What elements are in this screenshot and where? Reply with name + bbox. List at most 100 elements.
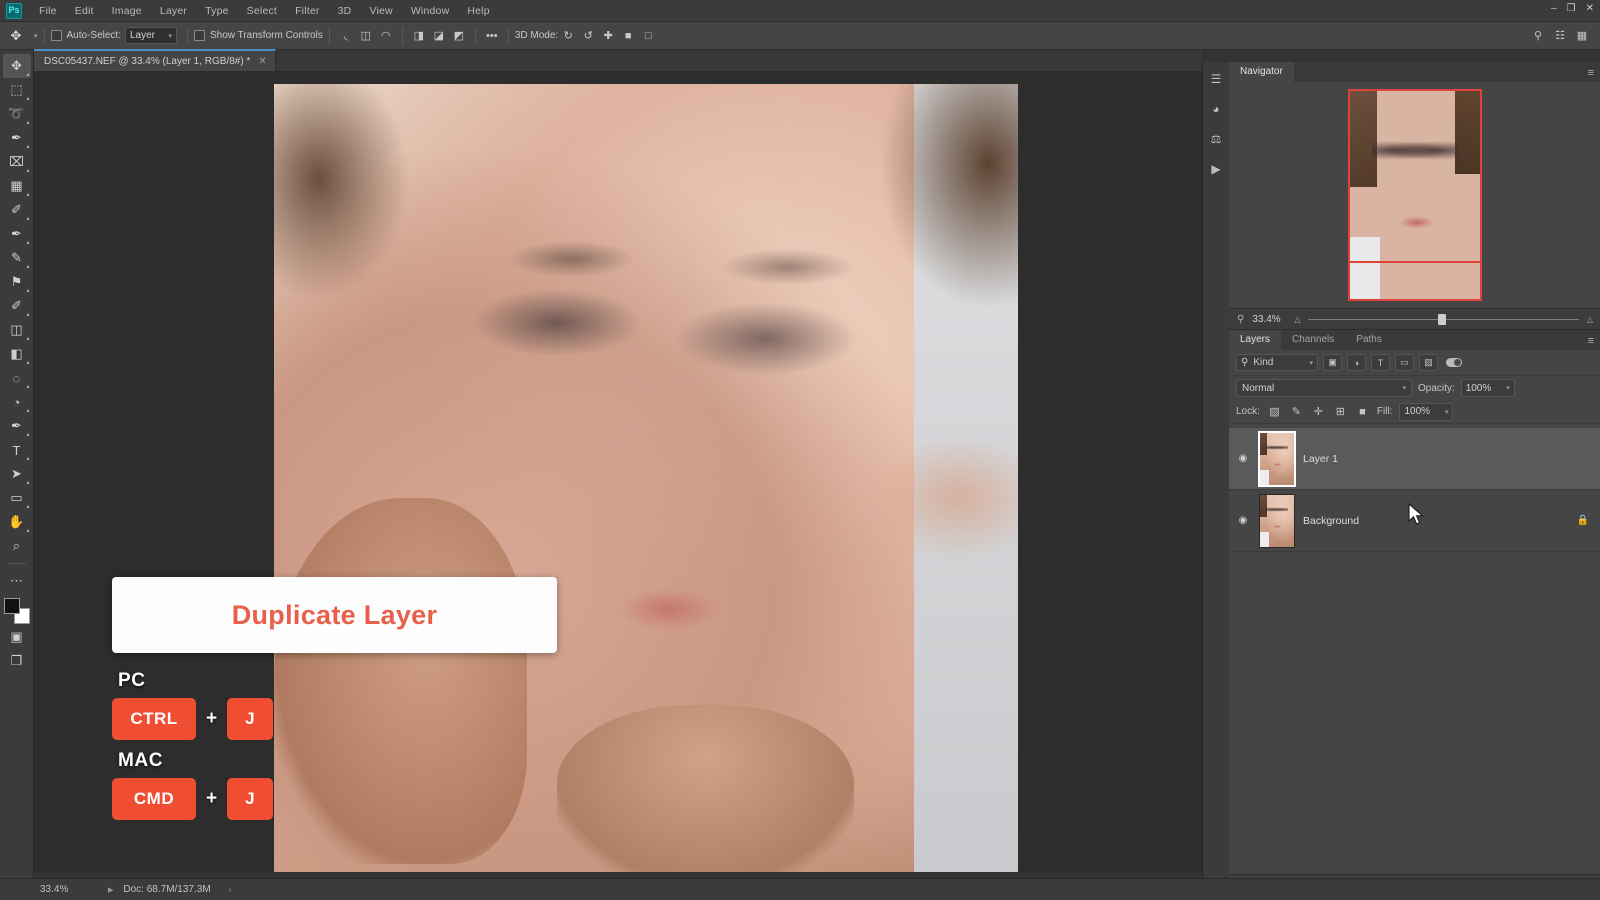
opacity-input[interactable]: 100% ▾ — [1460, 379, 1515, 397]
tool-blur[interactable]: ◌ — [3, 366, 31, 390]
align-center-h-icon[interactable]: ◫ — [356, 26, 376, 46]
tool-zoom[interactable]: ⌕ — [3, 534, 31, 558]
3d-rotate-icon[interactable]: ↻ — [558, 26, 578, 46]
tool-rectangle[interactable]: ▭ — [3, 486, 31, 510]
menu-edit[interactable]: Edit — [66, 2, 103, 20]
tool-healing-brush[interactable]: ✒ — [3, 222, 31, 246]
layer-name[interactable]: Layer 1 — [1303, 453, 1595, 465]
edit-toolbar-icon[interactable]: ⋯ — [3, 569, 31, 593]
menu-image[interactable]: Image — [103, 2, 151, 20]
navigator-zoom-slider[interactable] — [1308, 312, 1579, 326]
lock-all-icon[interactable]: ■ — [1355, 406, 1370, 418]
layer-name[interactable]: Background — [1303, 515, 1569, 527]
tool-frame[interactable]: ▦ — [3, 174, 31, 198]
tab-layers[interactable]: Layers — [1229, 330, 1282, 350]
adjustments-icon[interactable]: ⚖ — [1206, 130, 1226, 148]
tool-quick-selection[interactable]: ✒ — [3, 126, 31, 150]
show-transform-checkbox[interactable] — [194, 30, 205, 41]
document-image[interactable] — [274, 84, 1018, 872]
tool-type[interactable]: T — [3, 438, 31, 462]
tool-eyedropper[interactable]: ✐ — [3, 198, 31, 222]
close-button[interactable]: ✕ — [1586, 3, 1594, 14]
align-middle-icon[interactable]: ◪ — [429, 26, 449, 46]
zoom-in-icon[interactable]: △ — [1587, 315, 1593, 324]
3d-roll-icon[interactable]: ↺ — [578, 26, 598, 46]
foreground-color-swatch[interactable] — [3, 598, 20, 614]
workspace-icon[interactable]: ☷ — [1550, 26, 1570, 46]
search-icon[interactable]: ⚲ — [1528, 26, 1548, 46]
navigator-panel-menu-icon[interactable]: ≡ — [1581, 64, 1600, 82]
screen-mode-icon[interactable]: ❐ — [3, 649, 31, 673]
filter-pixel-icon[interactable]: ▣ — [1323, 354, 1342, 371]
table-row[interactable]: ◉ Layer 1 — [1229, 428, 1600, 490]
navigator-preview[interactable] — [1229, 82, 1600, 308]
slider-knob[interactable] — [1438, 313, 1447, 325]
tool-clone-stamp[interactable]: ⚑ — [3, 270, 31, 294]
layer-filter-toggle[interactable] — [1446, 358, 1462, 367]
tab-navigator[interactable]: Navigator — [1229, 62, 1294, 82]
tool-eraser[interactable]: ◫ — [3, 318, 31, 342]
menu-type[interactable]: Type — [196, 2, 238, 20]
layer-thumbnail[interactable] — [1258, 430, 1296, 487]
blend-mode-select[interactable]: Normal ▾ — [1236, 379, 1412, 397]
3d-pan-icon[interactable]: ✚ — [598, 26, 618, 46]
more-options-icon[interactable]: ••• — [482, 26, 502, 46]
tool-move[interactable]: ✥ — [2, 54, 31, 78]
menu-3d[interactable]: 3D — [329, 2, 361, 20]
history-icon[interactable]: ☰ — [1206, 70, 1226, 88]
lock-position-icon[interactable]: ✛ — [1311, 405, 1326, 418]
tool-crop[interactable]: ⌧ — [3, 150, 31, 174]
menu-select[interactable]: Select — [238, 2, 286, 20]
document-tab[interactable]: DSC05437.NEF @ 33.4% (Layer 1, RGB/8#) *… — [34, 49, 276, 71]
menu-filter[interactable]: Filter — [286, 2, 329, 20]
tab-channels[interactable]: Channels — [1281, 330, 1345, 350]
menu-view[interactable]: View — [360, 2, 401, 20]
tool-history-brush[interactable]: ✐ — [3, 294, 31, 318]
auto-select-select[interactable]: Layer ▾ — [125, 27, 177, 44]
play-icon[interactable]: ▶ — [1206, 160, 1226, 178]
table-row[interactable]: ◉ Background 🔒 — [1229, 490, 1600, 552]
lock-nesting-icon[interactable]: ⊞ — [1333, 405, 1348, 418]
quick-mask-icon[interactable]: ▣ — [3, 625, 31, 649]
3d-slide-icon[interactable]: ■ — [618, 26, 638, 46]
canvas-area[interactable]: Duplicate Layer PC CTRL + J MAC CMD + J — [34, 72, 1202, 872]
filter-type-icon[interactable]: T — [1371, 354, 1390, 371]
zoom-out-icon[interactable]: △ — [1294, 315, 1300, 324]
menu-window[interactable]: Window — [402, 2, 459, 20]
navigator-zoom-value[interactable]: 33.4% — [1252, 314, 1286, 325]
maximize-button[interactable]: ❐ — [1567, 3, 1576, 14]
filter-adjustment-icon[interactable]: ◑ — [1347, 354, 1366, 371]
lock-image-icon[interactable]: ✎ — [1289, 405, 1304, 418]
menu-help[interactable]: Help — [458, 2, 498, 20]
tool-marquee[interactable]: ⬚ — [3, 78, 31, 102]
tool-pen[interactable]: ✒ — [3, 414, 31, 438]
align-bottom-icon[interactable]: ◩ — [449, 26, 469, 46]
move-tool-icon[interactable]: ✥ — [4, 25, 28, 47]
tool-lasso[interactable]: ➰ — [3, 102, 31, 126]
tool-preset-chevron-down-icon[interactable]: ▾ — [34, 32, 38, 40]
layer-visibility-icon[interactable]: ◉ — [1235, 453, 1251, 464]
layer-list[interactable]: ◉ Layer 1 ◉ Background 🔒 — [1229, 428, 1600, 874]
auto-select-checkbox[interactable] — [50, 30, 62, 41]
lock-transparency-icon[interactable]: ▨ — [1267, 405, 1282, 418]
filter-smart-icon[interactable]: ▧ — [1419, 354, 1438, 371]
menu-file[interactable]: File — [30, 2, 66, 20]
color-wheel-icon[interactable]: ◕ — [1206, 100, 1226, 118]
grid-icon[interactable]: ▦ — [1572, 26, 1592, 46]
tool-dodge[interactable]: ◔ — [3, 390, 31, 414]
tool-hand[interactable]: ✋ — [3, 510, 31, 534]
color-swatches[interactable] — [3, 597, 31, 625]
tab-paths[interactable]: Paths — [1345, 330, 1393, 350]
3d-scale-icon[interactable]: □ — [638, 26, 658, 46]
status-menu-icon[interactable]: › — [229, 885, 232, 894]
tool-gradient[interactable]: ◧ — [3, 342, 31, 366]
fill-input[interactable]: 100% ▾ — [1399, 402, 1454, 421]
filter-shape-icon[interactable]: ▭ — [1395, 354, 1414, 371]
align-top-icon[interactable]: ◨ — [409, 26, 429, 46]
minimize-button[interactable]: – — [1551, 3, 1557, 14]
align-right-icon[interactable]: ◠ — [376, 26, 396, 46]
layer-visibility-icon[interactable]: ◉ — [1235, 515, 1251, 526]
tool-brush[interactable]: ✎ — [3, 246, 31, 270]
layers-panel-menu-icon[interactable]: ≡ — [1581, 332, 1600, 350]
status-zoom-value[interactable]: 33.4% — [34, 884, 108, 895]
